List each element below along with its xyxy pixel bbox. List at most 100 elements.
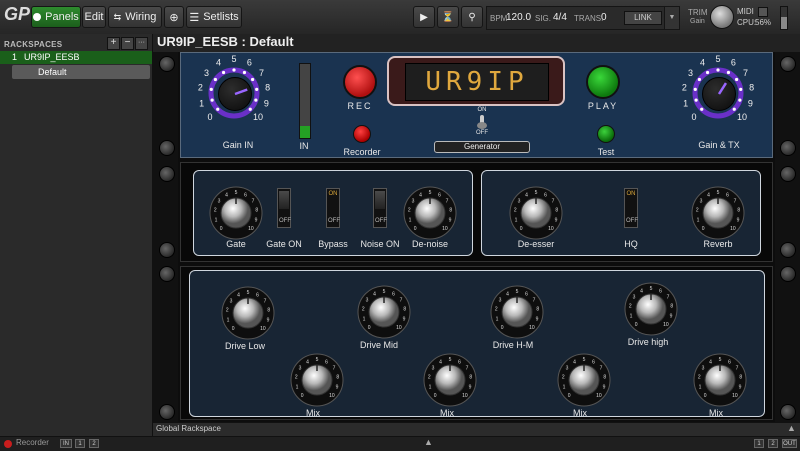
add-rackspace-button[interactable]: + <box>107 37 120 50</box>
svg-text:7: 7 <box>400 298 403 304</box>
svg-text:0: 0 <box>301 393 304 399</box>
recorder-status-label[interactable]: Recorder <box>16 438 49 447</box>
knob-icon: 01 234 5 678 910 <box>691 186 745 240</box>
svg-text:10: 10 <box>260 326 266 332</box>
svg-text:2: 2 <box>698 375 701 381</box>
knob-icon: 01 234 5 678 910 <box>423 353 477 407</box>
dial-tick-label: 3 <box>688 68 693 78</box>
cpu-bar <box>780 6 788 30</box>
svg-text:0: 0 <box>232 326 235 332</box>
rec-button[interactable] <box>343 65 377 99</box>
sig-value[interactable]: 4/4 <box>553 12 567 23</box>
dial-tick <box>697 77 701 82</box>
reverb-knob[interactable]: 0 1 2 3 4 5 6 7 8 9 10 <box>690 185 746 241</box>
rackspace-item[interactable]: 1 UR9IP_EESB <box>0 51 152 64</box>
svg-text:9: 9 <box>403 316 406 322</box>
gate-label: Gate <box>226 239 246 249</box>
trim-knob[interactable] <box>710 5 734 29</box>
bpm-value[interactable]: 120.0 <box>506 12 531 23</box>
tuner-button[interactable]: ⚲ <box>461 6 483 28</box>
record-dot-icon[interactable] <box>4 440 12 448</box>
dial-tick-label: 10 <box>253 112 263 122</box>
svg-text:9: 9 <box>739 384 742 390</box>
svg-text:10: 10 <box>548 226 554 232</box>
noise-on-switch[interactable]: OFF <box>373 188 387 228</box>
svg-text:4: 4 <box>709 359 712 365</box>
drive-mid-knob[interactable]: 0 1 2 3 4 5 6 7 8 9 10 <box>356 284 412 340</box>
bypass-switch[interactable]: ON OFF <box>326 188 340 228</box>
hq-label: HQ <box>624 239 638 249</box>
dial-tick-label: 2 <box>682 83 687 93</box>
svg-text:3: 3 <box>432 366 435 372</box>
play-transport-button[interactable]: ▶ <box>413 6 435 28</box>
mix-knob-1[interactable]: 0 1 2 3 4 5 6 7 8 9 10 <box>289 352 345 408</box>
screw <box>159 140 175 156</box>
knob-icon: 01 234 5 678 910 <box>624 282 678 336</box>
wiring-button[interactable]: ⇆ Wiring <box>108 6 162 28</box>
svg-text:6: 6 <box>525 291 528 297</box>
output-indicator: OUT <box>782 439 797 448</box>
svg-text:8: 8 <box>449 208 452 214</box>
test-button[interactable] <box>597 125 615 143</box>
svg-text:5: 5 <box>383 289 386 295</box>
dial-tick <box>242 70 247 75</box>
dial-tick <box>716 68 720 72</box>
chevron-up-icon[interactable]: ▲ <box>787 423 796 433</box>
hq-switch[interactable]: ON OFF <box>624 188 638 228</box>
dial-tick <box>694 98 698 102</box>
svg-text:2: 2 <box>514 208 517 214</box>
svg-text:4: 4 <box>525 192 528 198</box>
mix-knob-4[interactable]: 0 1 2 3 4 5 6 7 8 9 10 <box>692 352 748 408</box>
cpu-label: CPU: <box>737 18 757 27</box>
screw <box>159 56 175 72</box>
chevron-up-icon[interactable]: ▲ <box>424 437 433 447</box>
global-rackspace-bar[interactable]: Global Rackspace ▲ <box>153 422 800 437</box>
svg-text:4: 4 <box>237 292 240 298</box>
more-options-button[interactable]: ··· <box>135 37 148 50</box>
svg-text:2: 2 <box>295 375 298 381</box>
svg-text:5: 5 <box>316 357 319 363</box>
gate-knob[interactable]: 0 1 2 3 4 5 6 7 8 9 10 <box>208 185 264 241</box>
mix-knob-2[interactable]: 0 1 2 3 4 5 6 7 8 9 10 <box>422 352 478 408</box>
setlists-button[interactable]: ☰ Setlists <box>186 6 242 28</box>
play-button[interactable] <box>586 65 620 99</box>
denoise-knob[interactable]: 0 1 2 3 4 5 6 7 8 9 10 <box>402 185 458 241</box>
display-screen: UR9IP <box>405 63 549 101</box>
deesser-knob[interactable]: 0 1 2 3 4 5 6 7 8 9 10 <box>508 185 564 241</box>
screw <box>780 266 796 282</box>
panels-button[interactable]: Panels <box>31 6 81 28</box>
dial-tick-label: 8 <box>265 83 270 93</box>
svg-text:5: 5 <box>535 190 538 196</box>
dial-tick-label: 0 <box>691 112 696 122</box>
globe-button[interactable]: ⊕ <box>164 6 184 28</box>
svg-text:4: 4 <box>306 359 309 365</box>
drive-low-knob[interactable]: 0 1 2 3 4 5 6 7 8 9 10 <box>220 285 276 341</box>
drive-high-knob[interactable]: 0 1 2 3 4 5 6 7 8 9 10 <box>623 281 679 337</box>
svg-text:8: 8 <box>403 307 406 313</box>
mix-knob-3[interactable]: 0 1 2 3 4 5 6 7 8 9 10 <box>556 352 612 408</box>
generator-toggle[interactable] <box>476 115 488 129</box>
variation-item[interactable]: Default <box>12 65 150 79</box>
gate-on-switch[interactable]: OFF <box>277 188 291 228</box>
svg-text:2: 2 <box>428 375 431 381</box>
svg-text:8: 8 <box>255 208 258 214</box>
svg-text:9: 9 <box>737 217 740 223</box>
recorder-button[interactable] <box>353 125 371 143</box>
trans-value[interactable]: 0 <box>601 12 607 23</box>
drive-hm-knob[interactable]: 0 1 2 3 4 5 6 7 8 9 10 <box>489 284 545 340</box>
generator-button[interactable]: Generator <box>434 141 530 153</box>
transport-dropdown[interactable]: ▼ <box>664 6 680 30</box>
drive-low-label: Drive Low <box>224 341 266 351</box>
svg-text:9: 9 <box>449 217 452 223</box>
generator-off-label: OFF <box>476 130 488 136</box>
metronome-button[interactable]: ⏳ <box>437 6 459 28</box>
svg-text:0: 0 <box>220 226 223 232</box>
deesser-panel: 0 1 2 3 4 5 6 7 8 9 10 De-esser ON OFF HQ 01234567… <box>481 170 761 256</box>
input-channel-2: 2 <box>89 439 99 448</box>
rackspaces-header: RACKSPACES <box>4 40 63 49</box>
svg-text:1: 1 <box>409 217 412 223</box>
dial-tick <box>739 87 743 92</box>
link-button[interactable]: LINK <box>624 11 662 25</box>
edit-button[interactable]: Edit <box>82 6 106 28</box>
remove-rackspace-button[interactable]: − <box>121 37 134 50</box>
